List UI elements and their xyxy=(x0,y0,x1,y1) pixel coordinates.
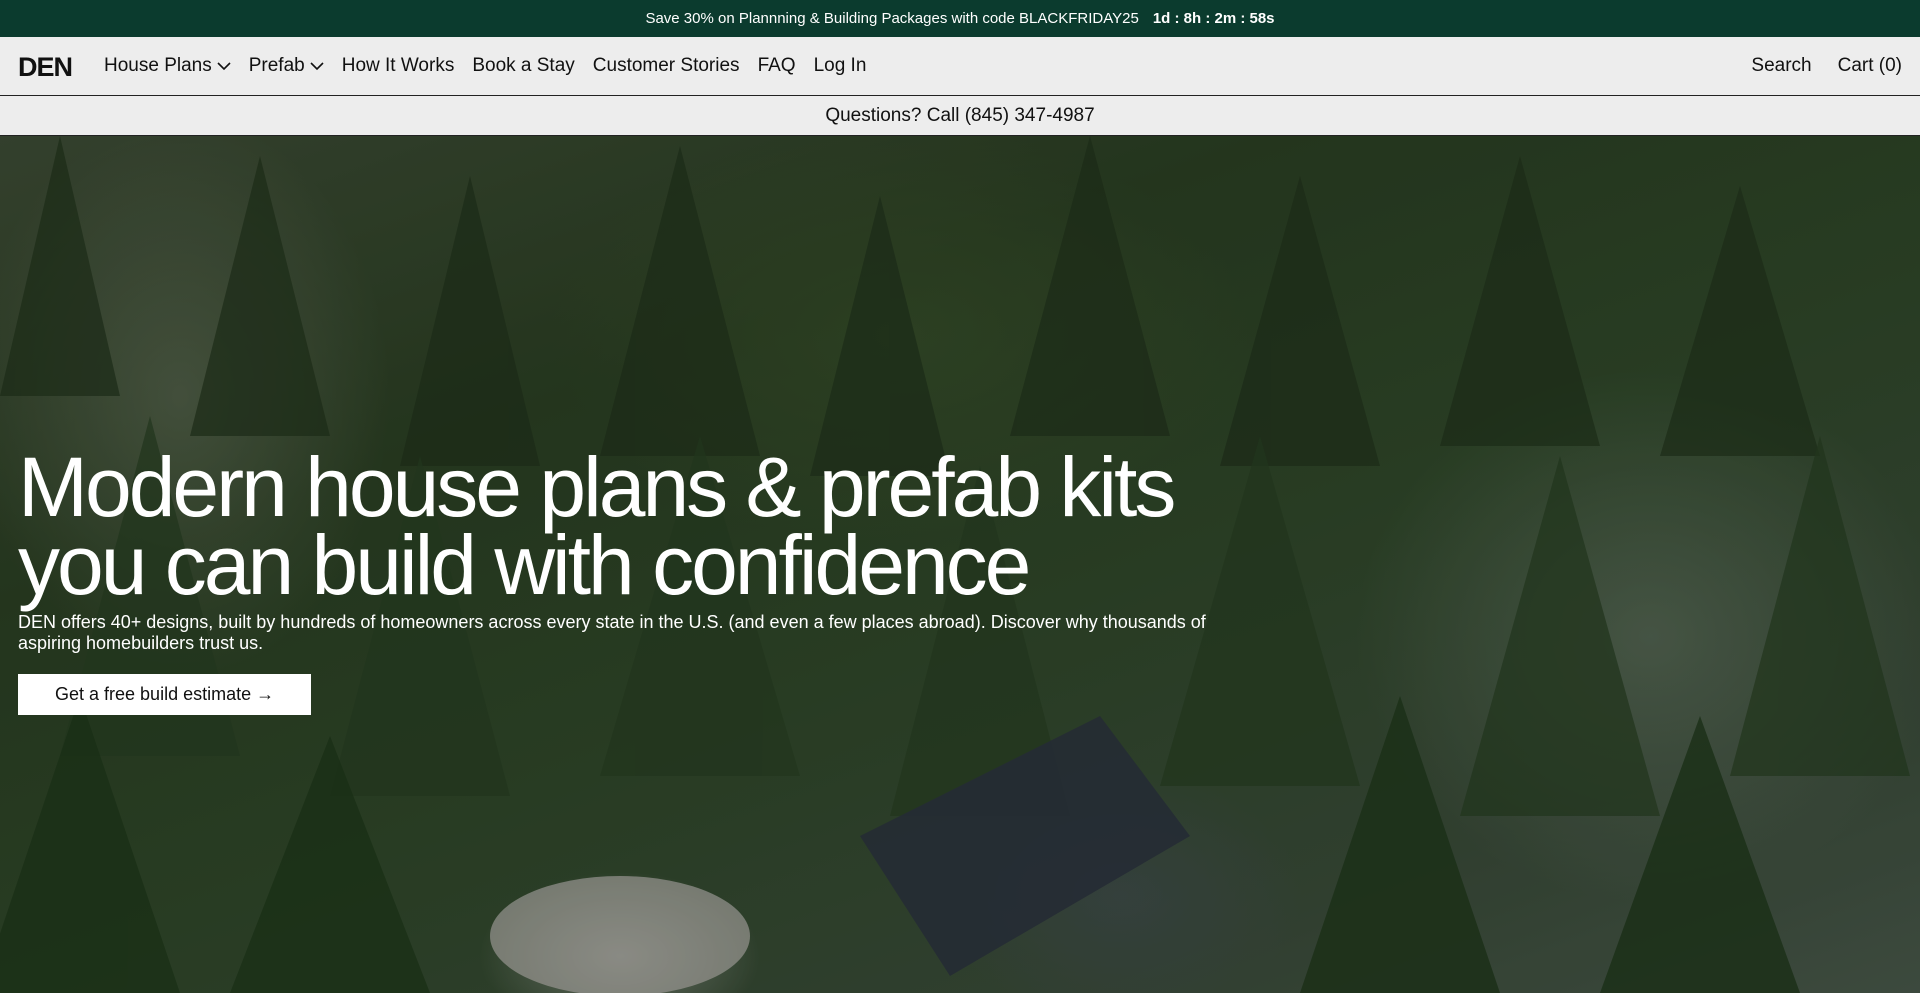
promo-text: Save 30% on Plannning & Building Package… xyxy=(645,10,1139,27)
nav-faq[interactable]: FAQ xyxy=(758,55,796,77)
nav-utilities: Search Cart (0) xyxy=(1725,55,1902,77)
nav-prefab-label: Prefab xyxy=(248,55,305,76)
svg-text:DEN: DEN xyxy=(18,53,72,79)
hero-content: Modern house plans & prefab kits you can… xyxy=(18,445,1258,715)
phone-bar: Questions? Call (845) 347-4987 xyxy=(0,96,1920,136)
promo-banner: Save 30% on Plannning & Building Package… xyxy=(0,0,1920,37)
main-nav: DEN House Plans Prefab How It Works Book… xyxy=(0,37,1920,96)
hero-title: Modern house plans & prefab kits you can… xyxy=(18,445,1258,607)
hero-section: Modern house plans & prefab kits you can… xyxy=(0,136,1920,993)
promo-countdown: 1d : 8h : 2m : 58s xyxy=(1152,10,1275,27)
search-link[interactable]: Search xyxy=(1751,55,1811,77)
nav-house-plans-label: House Plans xyxy=(104,55,212,76)
nav-links: House Plans Prefab How It Works Book a S… xyxy=(104,55,884,77)
nav-house-plans[interactable]: House Plans xyxy=(104,55,231,77)
nav-prefab[interactable]: Prefab xyxy=(249,55,324,77)
hero-subtitle: DEN offers 40+ designs, built by hundred… xyxy=(18,612,1206,653)
nav-customer-stories[interactable]: Customer Stories xyxy=(593,55,740,77)
chevron-down-icon xyxy=(217,61,231,70)
nav-how-it-works[interactable]: How It Works xyxy=(342,55,455,77)
chevron-down-icon xyxy=(310,61,324,70)
cart-link[interactable]: Cart (0) xyxy=(1838,55,1902,77)
build-estimate-button[interactable]: Get a free build estimate → xyxy=(18,674,312,715)
hero-title-line-2: you can build with confidence xyxy=(18,518,1031,612)
nav-log-in[interactable]: Log In xyxy=(814,55,867,77)
phone-text[interactable]: Questions? Call (845) 347-4987 xyxy=(825,105,1094,127)
nav-book-a-stay[interactable]: Book a Stay xyxy=(472,55,574,77)
den-logo[interactable]: DEN xyxy=(18,53,78,79)
